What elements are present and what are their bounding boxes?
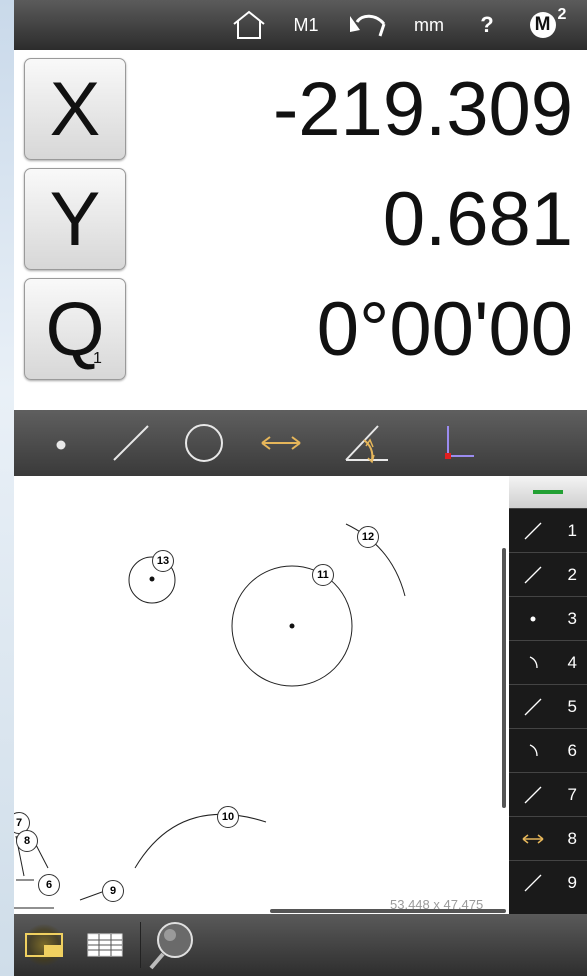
feature-arc-10 [134,813,267,869]
feature-number: 8 [567,829,577,848]
feature-label-13[interactable]: 13 [152,550,174,572]
feature-number: 4 [567,653,577,672]
feature-list-item[interactable]: 4 [509,640,587,685]
line-tool-icon[interactable] [96,410,166,476]
angle-tool-icon[interactable] [332,410,402,476]
bottom-bar [14,914,587,976]
q-value: 0°00'00 [316,287,573,372]
drawing-canvas[interactable]: 13 11 12 10 7 8 6 9 [14,476,509,914]
x-axis-label: X [49,66,101,152]
measuring-app: M1 mm ? M 2 X -219.309 Y 0.681 Q 1 0°00'… [14,0,587,976]
line-icon [517,691,549,723]
datum-tool-icon[interactable] [418,410,488,476]
feature-number: 2 [567,565,577,584]
x-axis-button[interactable]: X [24,58,126,160]
feature-number: 3 [567,609,577,628]
feature-number: 5 [567,697,577,716]
feature-list-item[interactable]: 7 [509,772,587,817]
feature-list-header[interactable] [509,476,587,508]
feature-list-item[interactable]: 1 [509,508,587,553]
undo-icon[interactable] [342,0,392,50]
canvas-dimensions: 53.448 x 47.475 [390,897,484,912]
circle-tool-icon[interactable] [169,410,239,476]
feature-list-item[interactable]: 8 [509,816,587,861]
y-axis-label: Y [49,176,101,262]
memory-badge: M [529,12,556,38]
feature-number: 7 [567,785,577,804]
line-icon [517,515,549,547]
x-value: -219.309 [272,67,573,152]
header-accent-bar [533,490,563,494]
feature-list-item[interactable]: 5 [509,684,587,729]
feature-label-6[interactable]: 6 [38,874,60,896]
arc-icon [517,647,549,679]
feature-label-9[interactable]: 9 [102,880,124,902]
view-graphic-icon[interactable] [14,914,74,976]
feature-list-item[interactable]: 6 [509,728,587,773]
arc-icon [517,735,549,767]
feature-list: 1 2 3 4 5 6 7 8 9 [509,476,587,914]
distance-tool-icon[interactable] [246,410,316,476]
feature-label-10[interactable]: 10 [217,806,239,828]
point-tool-icon[interactable] [26,410,96,476]
point-icon [517,603,549,635]
feature-number: 6 [567,741,577,760]
feature-list-item[interactable]: 9 [509,860,587,905]
feature-list-item[interactable]: 3 [509,596,587,641]
home-icon[interactable] [224,0,274,50]
feature-number: 1 [567,521,577,540]
q-axis-button[interactable]: Q 1 [24,278,126,380]
mode-label[interactable]: M1 [286,0,326,50]
distance-icon [517,823,549,855]
memory-button[interactable]: M 2 [516,0,580,50]
magnifier-icon[interactable] [144,914,200,976]
memory-superscript: 2 [557,6,567,23]
feature-list-item[interactable]: 2 [509,552,587,597]
view-table-icon[interactable] [80,914,130,976]
status-bar: M1 mm ? M 2 [14,0,587,50]
canvas-vertical-scrollbar[interactable] [502,548,506,808]
feature-label-8[interactable]: 8 [16,830,38,852]
feature-label-12[interactable]: 12 [357,526,379,548]
line-icon [517,559,549,591]
unit-label[interactable]: mm [406,0,452,50]
feature-label-11[interactable]: 11 [312,564,334,586]
axis-readout-panel: X -219.309 Y 0.681 Q 1 0°00'00 [14,50,587,410]
line-icon [517,867,549,899]
y-value: 0.681 [382,177,573,262]
q-axis-subscript: 1 [93,350,102,367]
line-icon [517,779,549,811]
desktop-background [0,0,14,976]
bottom-divider [140,922,141,968]
y-axis-button[interactable]: Y [24,168,126,270]
feature-line-9 [79,891,103,901]
help-button[interactable]: ? [472,0,502,50]
measure-toolbar [14,410,587,476]
feature-number: 9 [567,873,577,892]
